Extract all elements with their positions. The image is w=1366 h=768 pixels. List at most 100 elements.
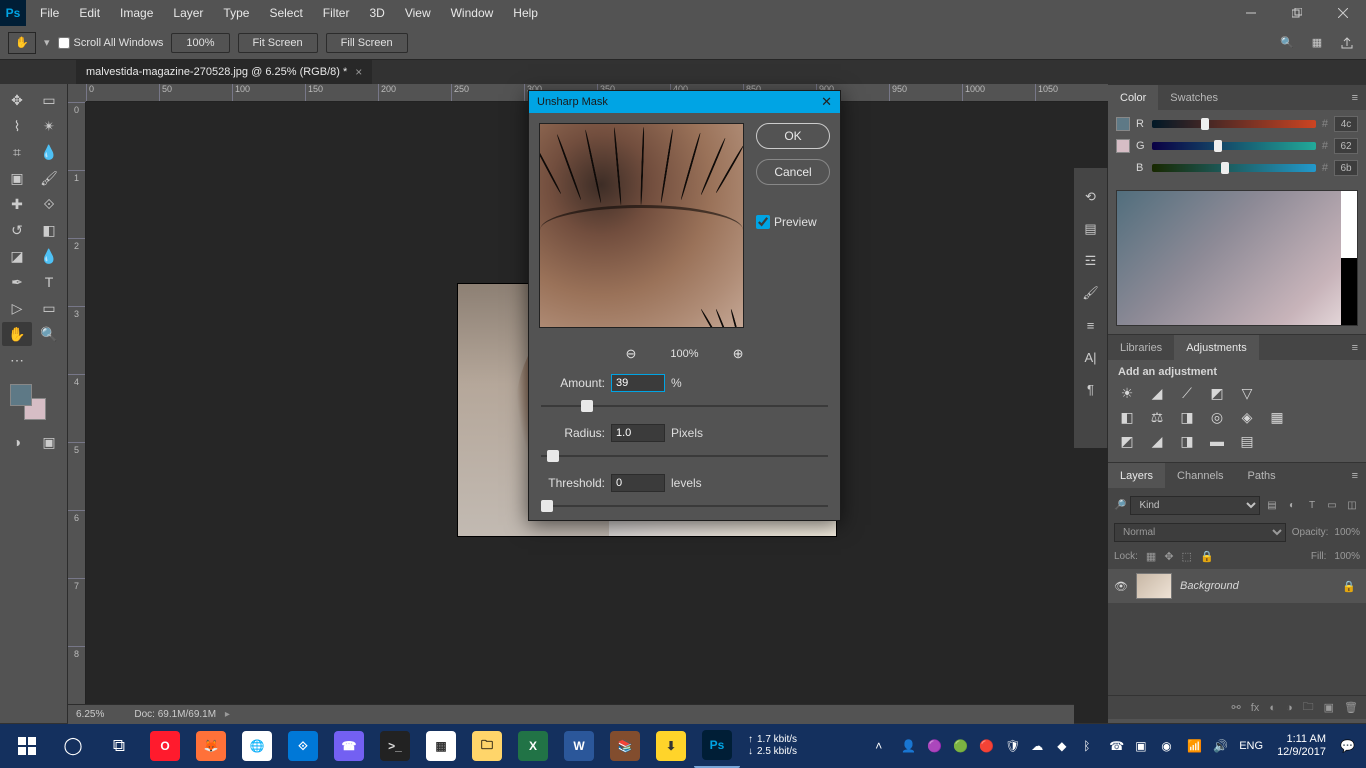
share-icon[interactable] <box>1336 32 1358 54</box>
layer-row[interactable]: 👁 Background 🔒 <box>1108 569 1366 603</box>
lock-pixels-icon[interactable]: ▦ <box>1146 550 1156 563</box>
taskbar-terminal[interactable]: >_ <box>372 724 418 768</box>
history-brush-tool-icon[interactable]: ↺ <box>2 218 32 242</box>
taskbar-firefox[interactable]: 🦊 <box>188 724 234 768</box>
opacity-value[interactable]: 100% <box>1334 527 1360 538</box>
filter-pixel-icon[interactable]: ▤ <box>1264 498 1280 514</box>
zoom-out-icon[interactable]: ⊖ <box>626 346 637 362</box>
window-minimize-button[interactable] <box>1228 0 1274 26</box>
blend-mode-select[interactable]: Normal <box>1114 523 1286 542</box>
tray-app2-icon[interactable]: 🟢 <box>953 739 969 753</box>
cancel-button[interactable]: Cancel <box>756 159 830 185</box>
lock-all-icon[interactable]: 🔒 <box>1200 550 1214 563</box>
fg-bg-swatches[interactable] <box>2 382 65 422</box>
pen-tool-icon[interactable]: ✒ <box>2 270 32 294</box>
tray-chevron-icon[interactable]: ˄ <box>875 739 891 753</box>
foreground-color-swatch[interactable] <box>10 384 32 406</box>
gradient-map-icon[interactable]: ▬ <box>1208 432 1226 450</box>
vibrance-icon[interactable]: ▽ <box>1238 384 1256 402</box>
tab-libraries[interactable]: Libraries <box>1108 335 1174 360</box>
threshold-icon[interactable]: ◨ <box>1178 432 1196 450</box>
path-select-tool-icon[interactable]: ▷ <box>2 296 32 320</box>
color-fg-mini-swatch[interactable] <box>1116 117 1130 131</box>
tray-viber-icon[interactable]: ☎ <box>1109 739 1125 753</box>
task-view-button[interactable]: ⧉ <box>96 724 142 768</box>
window-close-button[interactable] <box>1320 0 1366 26</box>
layer-mask-icon[interactable]: ◐ <box>1269 702 1276 714</box>
panel-menu-icon[interactable]: ≡ <box>1344 92 1366 104</box>
tray-onedrive-icon[interactable]: ☁ <box>1031 739 1047 753</box>
group-layers-icon[interactable]: 🗀 <box>1303 698 1314 717</box>
tray-app4-icon[interactable]: ◆ <box>1057 739 1073 753</box>
radius-input[interactable] <box>611 424 665 442</box>
taskbar-opera[interactable]: O <box>142 724 188 768</box>
layer-filter-kind[interactable]: Kind <box>1130 496 1260 515</box>
menu-filter[interactable]: Filter <box>313 0 360 26</box>
actions-panel-icon[interactable]: ▤ <box>1081 220 1101 238</box>
taskbar-chrome[interactable]: 🌐 <box>234 724 280 768</box>
filter-type-icon[interactable]: T <box>1304 498 1320 514</box>
paragraph-panel-icon[interactable]: ≡ <box>1081 316 1101 334</box>
filter-preview[interactable] <box>539 123 744 328</box>
marquee-tool-icon[interactable]: ▭ <box>34 88 64 112</box>
tray-shield-icon[interactable]: 🛡 <box>1005 739 1021 753</box>
screen-mode-icon[interactable]: ▣ <box>34 430 64 454</box>
brush-tool-icon[interactable]: 🖌 <box>34 166 64 190</box>
status-chevron-icon[interactable]: ▸ <box>222 709 230 720</box>
dropdown-chevron-icon[interactable]: ▾ <box>44 36 50 49</box>
g-value-input[interactable] <box>1334 138 1358 154</box>
levels-icon[interactable]: ◢ <box>1148 384 1166 402</box>
amount-slider[interactable] <box>541 398 828 414</box>
menu-image[interactable]: Image <box>110 0 163 26</box>
blur-tool-icon[interactable]: 💧 <box>34 244 64 268</box>
taskbar-excel[interactable]: X <box>510 724 556 768</box>
fill-adjustment-icon[interactable]: ◑ <box>1286 702 1293 714</box>
menu-edit[interactable]: Edit <box>69 0 110 26</box>
taskbar-explorer[interactable]: 🗀 <box>464 724 510 768</box>
taskbar-word[interactable]: W <box>556 724 602 768</box>
link-layers-icon[interactable]: ⚯ <box>1232 701 1241 714</box>
type-tool-icon[interactable]: T <box>34 270 64 294</box>
gradient-tool-icon[interactable]: ◧ <box>34 218 64 242</box>
crop-tool-icon[interactable]: ⌗ <box>2 140 32 164</box>
filter-adjust-icon[interactable]: ◐ <box>1284 498 1300 514</box>
brightness-icon[interactable]: ☀ <box>1118 384 1136 402</box>
invert-icon[interactable]: ◩ <box>1118 432 1136 450</box>
layer-name[interactable]: Background <box>1180 580 1334 592</box>
lock-artboard-icon[interactable]: ⬚ <box>1182 550 1192 563</box>
zoom-level[interactable]: 6.25% <box>76 709 104 720</box>
brushes-panel-icon[interactable]: 🖌 <box>1081 284 1101 302</box>
menu-layer[interactable]: Layer <box>163 0 213 26</box>
network-monitor[interactable]: ↑1.7 kbit/s ↓2.5 kbit/s <box>748 734 797 758</box>
filter-smart-icon[interactable]: ◫ <box>1344 498 1360 514</box>
zoom-tool-icon[interactable]: 🔍 <box>34 322 64 346</box>
lock-position-icon[interactable]: ✥ <box>1164 550 1173 563</box>
layer-thumbnail[interactable] <box>1136 573 1172 599</box>
menu-window[interactable]: Window <box>441 0 504 26</box>
tab-channels[interactable]: Channels <box>1165 463 1235 488</box>
photo-filter-icon[interactable]: ◎ <box>1208 408 1226 426</box>
tab-layers[interactable]: Layers <box>1108 463 1165 488</box>
window-restore-button[interactable] <box>1274 0 1320 26</box>
frame-tool-icon[interactable]: ▣ <box>2 166 32 190</box>
threshold-slider[interactable] <box>541 498 828 514</box>
doc-size-info[interactable]: Doc: 69.1M/69.1M <box>134 709 216 720</box>
tray-volume-icon[interactable]: 🔊 <box>1213 739 1229 753</box>
bw-icon[interactable]: ◨ <box>1178 408 1196 426</box>
r-value-input[interactable] <box>1334 116 1358 132</box>
tray-clock[interactable]: 1:11 AM 12/9/2017 <box>1277 733 1326 759</box>
start-button[interactable] <box>4 724 50 768</box>
taskbar-vscode[interactable]: ⟐ <box>280 724 326 768</box>
panel-menu-icon[interactable]: ≡ <box>1344 470 1366 482</box>
quick-mask-icon[interactable]: ◑ <box>2 430 32 454</box>
eraser-tool-icon[interactable]: ◪ <box>2 244 32 268</box>
layer-visibility-icon[interactable]: 👁 <box>1114 580 1128 593</box>
tray-bluetooth-icon[interactable]: ᛒ <box>1083 739 1099 753</box>
tab-paths[interactable]: Paths <box>1236 463 1288 488</box>
eyedropper-tool-icon[interactable]: 💧 <box>34 140 64 164</box>
document-tab[interactable]: malvestida-magazine-270528.jpg @ 6.25% (… <box>76 60 372 84</box>
taskbar-viber[interactable]: ☎ <box>326 724 372 768</box>
hand-tool-icon[interactable]: ✋ <box>2 322 32 346</box>
preview-checkbox[interactable]: Preview <box>756 215 830 229</box>
arrange-docs-icon[interactable]: ▦ <box>1306 32 1328 54</box>
